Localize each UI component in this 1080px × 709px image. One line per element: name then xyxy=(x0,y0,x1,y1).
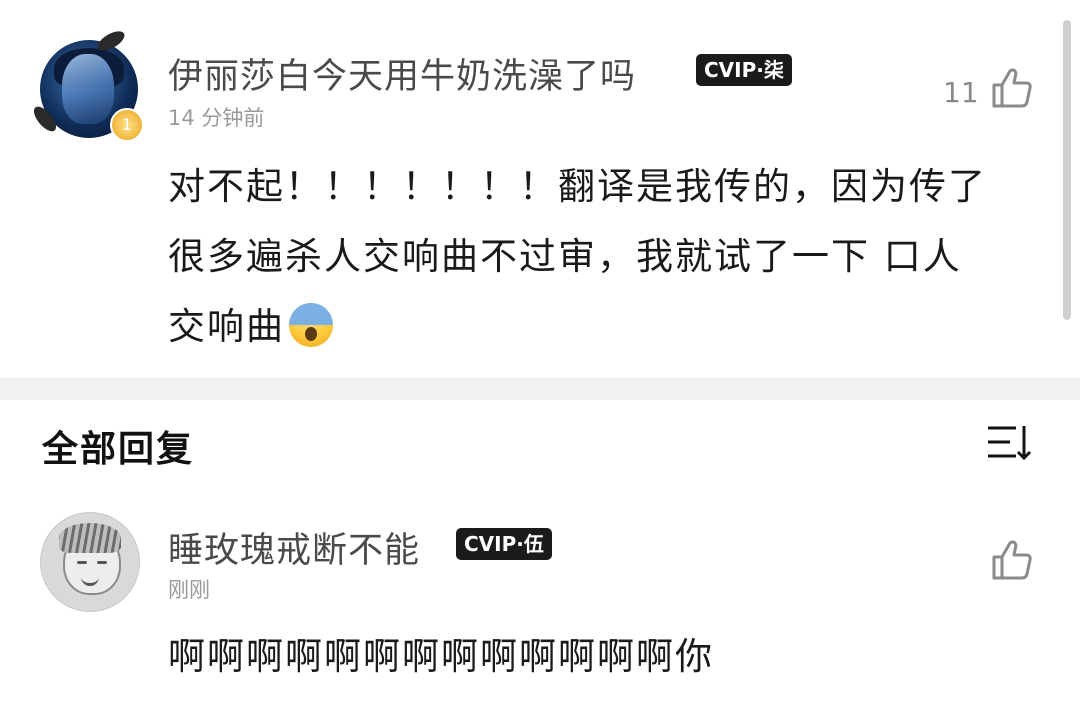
level-badge-icon: 1 xyxy=(110,108,144,142)
vip-badge: CVIP·伍 xyxy=(456,528,552,560)
reply-timestamp: 刚刚 xyxy=(168,578,210,602)
like-count: 11 xyxy=(943,76,979,109)
main-comment: 1 伊丽莎白今天用牛奶洗澡了吗 CVIP·柒 14 分钟前 11 对不起！！！！… xyxy=(0,0,1080,378)
replies-title: 全部回复 xyxy=(42,429,195,470)
scrollbar[interactable] xyxy=(1063,20,1071,320)
scream-emoji-icon xyxy=(289,303,333,347)
comment-line: 很多遍杀人交响曲不过审，我就试了一下 口人 xyxy=(168,235,962,278)
comment-content: 对不起！！！！！！！翻译是我传的，因为传了 很多遍杀人交响曲不过审，我就试了一下… xyxy=(168,152,987,362)
thumbs-up-icon[interactable] xyxy=(990,66,1034,110)
sort-icon[interactable] xyxy=(986,422,1032,462)
commenter-username[interactable]: 伊丽莎白今天用牛奶洗澡了吗 xyxy=(168,48,636,99)
comment-line: 交响曲 xyxy=(168,292,987,362)
vip-badge: CVIP·柒 xyxy=(696,54,792,86)
replier-username[interactable]: 睡玫瑰戒断不能 xyxy=(168,522,420,573)
comment-line: 对不起！！！！！！！翻译是我传的，因为传了 xyxy=(168,165,987,208)
reply-content: 啊啊啊啊啊啊啊啊啊啊啊啊啊你 xyxy=(168,635,714,678)
thumbs-up-icon[interactable] xyxy=(990,538,1034,582)
replier-avatar[interactable] xyxy=(40,512,140,612)
comment-timestamp: 14 分钟前 xyxy=(168,106,265,130)
section-divider xyxy=(0,378,1080,400)
